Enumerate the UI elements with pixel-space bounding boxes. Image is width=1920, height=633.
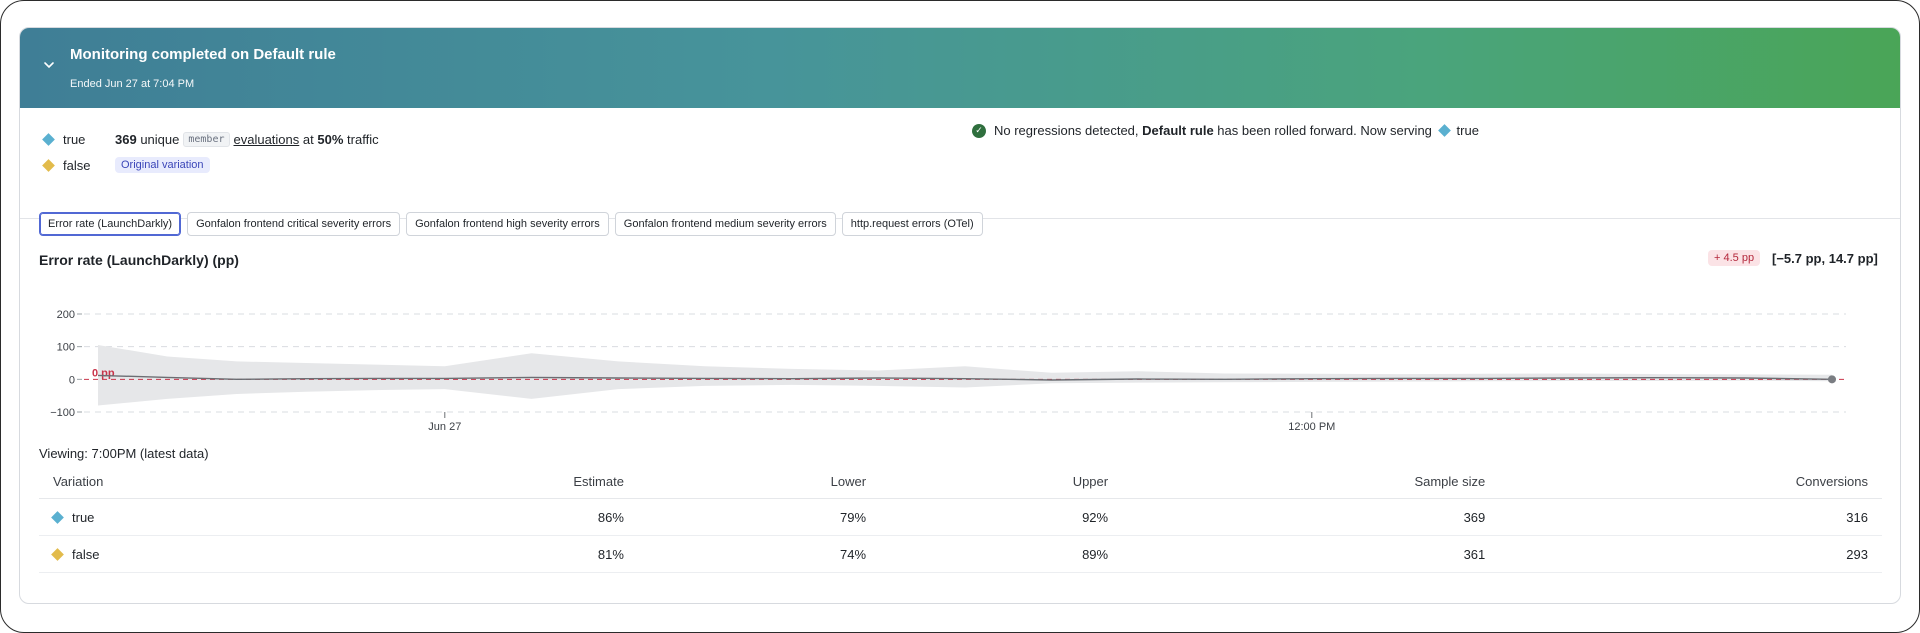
traffic-text: traffic (347, 132, 379, 147)
summary-variation-false: false Original variation (42, 157, 210, 173)
cell-sample-size: 361 (1122, 535, 1500, 573)
unique-text: unique (140, 132, 180, 147)
results-table: Variation Estimate Lower Upper Sample si… (39, 464, 1882, 573)
col-conversions: Conversions (1499, 464, 1882, 499)
status-rest: has been rolled forward. Now serving (1217, 123, 1432, 138)
x-tick-label: Jun 27 (428, 421, 461, 433)
summary-variation-true: true 369 unique member evaluations at 50… (42, 132, 379, 147)
col-estimate: Estimate (338, 464, 638, 499)
delta-badge: + 4.5 pp (1708, 250, 1761, 266)
cell-estimate: 86% (338, 498, 638, 536)
cell-upper: 89% (880, 535, 1123, 573)
status-lead: No regressions detected, (994, 123, 1139, 138)
cell-lower: 79% (637, 498, 881, 536)
error-rate-chart[interactable]: 200 100 0 −100 0 pp Jun 27 12:00 PM (20, 272, 1900, 442)
y-tick-label: 200 (57, 309, 75, 321)
diamond-icon (51, 547, 64, 561)
y-tick-label: 0 (69, 374, 75, 386)
diamond-icon (51, 510, 64, 524)
tab-error-rate[interactable]: Error rate (LaunchDarkly) (39, 212, 182, 236)
variation-name: true (63, 132, 86, 147)
check-circle-icon: ✓ (972, 123, 986, 138)
context-kind-tag: member (183, 132, 230, 147)
x-tick-label: 12:00 PM (1288, 421, 1335, 433)
diamond-icon (42, 158, 55, 172)
summary-panel: true 369 unique member evaluations at 50… (20, 108, 1900, 219)
viewing-label: Viewing: 7:00PM (latest data) (39, 446, 209, 461)
window-frame: Monitoring completed on Default rule End… (0, 0, 1920, 633)
original-variation-badge: Original variation (115, 157, 210, 173)
chevron-down-icon[interactable] (42, 58, 56, 72)
estimate-endpoint (1828, 375, 1836, 384)
monitoring-card: Monitoring completed on Default rule End… (19, 27, 1901, 604)
col-lower: Lower (637, 464, 881, 499)
cell-variation: false (39, 535, 339, 573)
table-row: false 81% 74% 89% 361 293 (39, 535, 1882, 573)
evaluations-link[interactable]: evaluations (234, 132, 300, 147)
diamond-icon (1437, 124, 1451, 137)
variation-name: false (72, 546, 100, 562)
diamond-icon (42, 133, 55, 146)
zero-label: 0 pp (92, 367, 115, 379)
table-header-row: Variation Estimate Lower Upper Sample si… (39, 464, 1882, 499)
cell-sample-size: 369 (1122, 498, 1500, 536)
col-upper: Upper (880, 464, 1123, 499)
variation-name: false (63, 157, 91, 173)
variation-name: true (72, 509, 95, 525)
cell-conversions: 316 (1499, 498, 1882, 536)
banner-subtitle: Ended Jun 27 at 7:04 PM (70, 78, 195, 90)
cell-lower: 74% (637, 535, 881, 573)
confidence-interval: [−5.7 pp, 14.7 pp] (1772, 251, 1878, 266)
tab-critical-errors[interactable]: Gonfalon frontend critical severity erro… (187, 212, 401, 236)
metric-tabs: Error rate (LaunchDarkly) Gonfalon front… (39, 212, 983, 236)
tab-high-errors[interactable]: Gonfalon frontend high severity errors (406, 212, 609, 236)
traffic-percent: 50% (317, 132, 344, 147)
metric-title: Error rate (LaunchDarkly) (pp) (39, 252, 239, 268)
cell-upper: 92% (880, 498, 1123, 536)
table-row: true 86% 79% 92% 369 316 (39, 498, 1882, 536)
banner-title: Monitoring completed on Default rule (70, 46, 336, 63)
evaluation-count: 369 (115, 132, 137, 147)
y-tick-label: −100 (50, 407, 75, 419)
cell-variation: true (39, 498, 339, 536)
tab-http-errors[interactable]: http.request errors (OTel) (841, 212, 983, 236)
at-text: at (302, 132, 314, 147)
tab-medium-errors[interactable]: Gonfalon frontend medium severity errors (614, 212, 836, 236)
status-serving: true (1456, 123, 1479, 138)
cell-conversions: 293 (1499, 535, 1882, 573)
monitoring-banner[interactable]: Monitoring completed on Default rule End… (20, 28, 1900, 108)
cell-estimate: 81% (338, 535, 638, 573)
col-sample-size: Sample size (1122, 464, 1500, 499)
y-tick-label: 100 (57, 342, 75, 354)
confidence-band (98, 345, 1832, 406)
regression-status: ✓ No regressions detected, Default rule … (972, 123, 1479, 138)
status-rule: Default rule (1142, 123, 1214, 138)
col-variation: Variation (39, 464, 339, 499)
